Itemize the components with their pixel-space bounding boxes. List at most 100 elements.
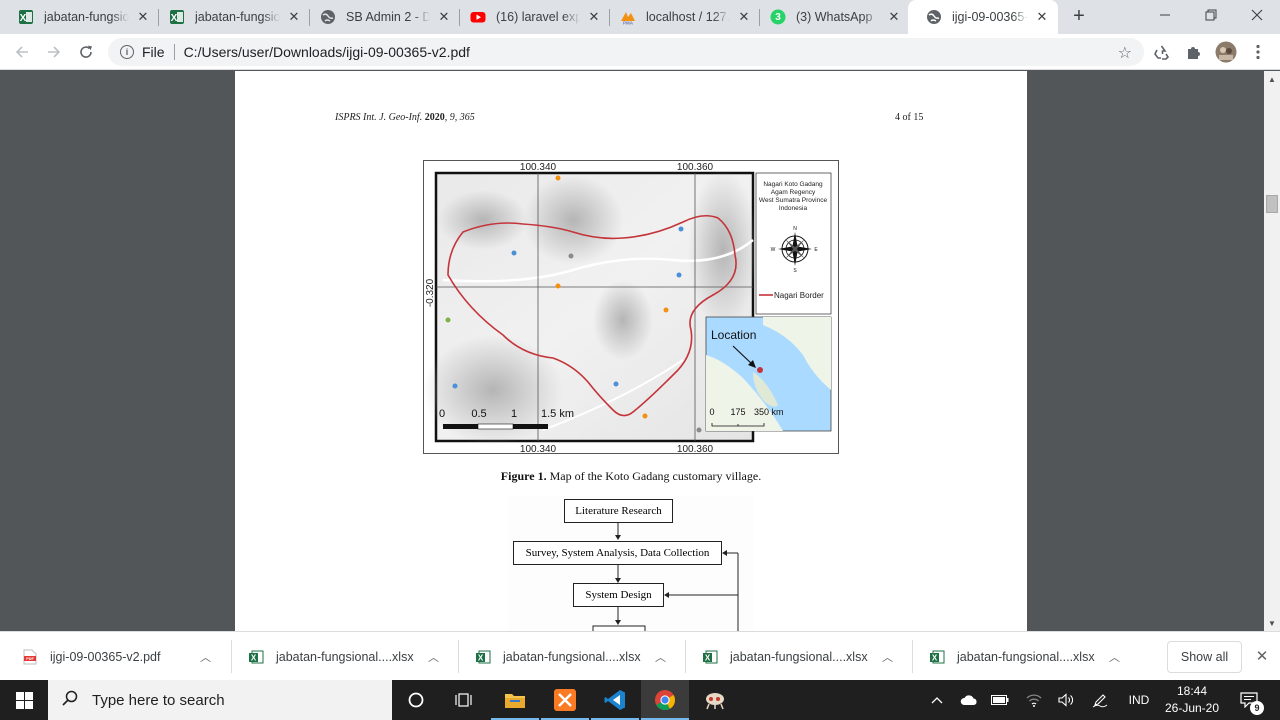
svg-text:X: X (932, 653, 938, 662)
chevron-up-icon[interactable]: ︿ (428, 649, 439, 665)
tab-sb-admin[interactable]: SB Admin 2 - Dashboard ✕ (302, 0, 460, 34)
reload-button[interactable] (74, 40, 98, 64)
input-language[interactable]: IND (1122, 680, 1156, 720)
excel-icon: X (929, 649, 945, 665)
figure-2-flowchart: Literature Research Survey, System Analy… (508, 496, 754, 631)
taskbar-vscode[interactable] (591, 680, 639, 720)
folder-icon (505, 694, 525, 708)
download-item[interactable]: X jabatan-fungsional....xlsx ︿ (913, 632, 1140, 681)
url-divider (173, 44, 175, 60)
flow-step-design: System Design (573, 583, 664, 607)
start-button[interactable] (0, 680, 48, 720)
svg-text:X: X (171, 13, 178, 24)
minimize-button[interactable] (1142, 0, 1188, 30)
scroll-up-arrow-icon[interactable]: ▲ (1264, 71, 1280, 87)
taskbar-app-bug[interactable] (691, 680, 739, 720)
download-item[interactable]: PDF ijgi-09-00365-v2.pdf ︿ (0, 632, 232, 681)
taskbar-chrome[interactable] (641, 680, 689, 720)
download-item[interactable]: X jabatan-fungsional....xlsx ︿ (459, 632, 686, 681)
volume-icon[interactable] (1056, 680, 1076, 720)
tab-strip: X jabatan-fungsional ✕ X jabatan-fungsio… (0, 0, 1280, 34)
pdf-file-icon: PDF (22, 649, 38, 665)
chevron-up-icon[interactable]: ︿ (1109, 649, 1120, 665)
task-view-button[interactable] (440, 680, 488, 720)
lon-label-top-left: 100.340 (520, 162, 557, 173)
close-icon[interactable]: ✕ (736, 9, 752, 25)
chevron-up-icon[interactable]: ︿ (200, 649, 211, 665)
whatsapp-icon: 3 (770, 9, 786, 25)
download-shelf: PDF ijgi-09-00365-v2.pdf ︿ X jabatan-fun… (0, 631, 1280, 680)
taskbar-file-explorer[interactable] (491, 680, 539, 720)
lat-label: -0.320 (425, 278, 436, 307)
scale-label: 1 (511, 408, 517, 420)
tab-phpmyadmin[interactable]: PMA localhost / 127.0.0.1 ✕ (602, 0, 760, 34)
cortana-button[interactable] (392, 680, 440, 720)
tab-title: (16) laravel export (496, 10, 580, 24)
address-bar[interactable]: i File C:/Users/user/Downloads/ijgi-09-0… (108, 38, 1144, 66)
inset-scale-label: 0 (709, 407, 714, 417)
download-item[interactable]: X jabatan-fungsional....xlsx ︿ (232, 632, 459, 681)
taskbar-clock[interactable]: 18:44 26-Jun-20 (1158, 683, 1226, 717)
close-icon[interactable]: ✕ (586, 9, 602, 25)
profile-avatar[interactable] (1215, 41, 1237, 63)
restore-button[interactable] (1188, 0, 1234, 30)
pen-ink-icon[interactable] (1090, 680, 1110, 720)
tab-title: (3) WhatsApp (796, 10, 873, 24)
phpmyadmin-icon: PMA (620, 9, 636, 25)
pdf-viewer[interactable]: ISPRS Int. J. Geo-Inf. 2020, 9, 365 4 of… (0, 71, 1264, 631)
tab-jabatan-2[interactable]: X jabatan-fungsional ✕ (151, 0, 310, 34)
pdf-scrollbar[interactable]: ▲ ▼ (1264, 71, 1280, 631)
forward-button[interactable] (42, 40, 66, 64)
globe-icon (926, 9, 942, 25)
battery-icon[interactable] (990, 680, 1010, 720)
youtube-icon (470, 9, 486, 25)
tab-youtube[interactable]: (16) laravel export ✕ (452, 0, 610, 34)
chevron-up-icon[interactable]: ︿ (655, 649, 666, 665)
download-item[interactable]: X jabatan-fungsional....xlsx ︿ (686, 632, 913, 681)
close-window-button[interactable] (1234, 0, 1280, 30)
poi-marker (676, 272, 682, 278)
close-icon[interactable]: ✕ (1034, 9, 1050, 25)
globe-icon (320, 9, 336, 25)
scroll-down-arrow-icon[interactable]: ▼ (1264, 615, 1280, 631)
tab-whatsapp[interactable]: 3 (3) WhatsApp ✕ (752, 0, 910, 34)
close-icon[interactable]: ✕ (436, 9, 452, 25)
download-filename: jabatan-fungsional....xlsx (730, 649, 868, 664)
info-icon[interactable]: i (120, 45, 134, 59)
show-all-button[interactable]: Show all (1167, 641, 1242, 673)
taskbar-xampp[interactable] (541, 680, 589, 720)
tab-title: localhost / 127.0.0.1 (646, 10, 730, 24)
close-icon[interactable]: ✕ (286, 9, 302, 25)
tray-overflow-chevron-icon[interactable] (929, 680, 945, 720)
poi-marker (613, 381, 619, 387)
download-filename: jabatan-fungsional....xlsx (276, 649, 414, 664)
close-icon[interactable]: ✕ (886, 9, 902, 25)
close-icon[interactable]: ✕ (135, 9, 151, 25)
minimize-icon (1160, 14, 1170, 16)
scrollbar-thumb[interactable] (1266, 195, 1278, 213)
back-button[interactable] (10, 40, 34, 64)
chrome-icon (655, 690, 676, 711)
inset-title: Location (711, 328, 756, 342)
taskbar-search-box[interactable]: Type here to search (48, 680, 392, 720)
recycle-extension-icon[interactable] (1152, 43, 1170, 61)
excel-icon: X (169, 9, 185, 25)
running-head: ISPRS Int. J. Geo-Inf. 2020, 9, 365 (335, 112, 475, 123)
journal-name: ISPRS Int. J. Geo-Inf. (335, 112, 423, 123)
close-icon[interactable]: ✕ (1253, 647, 1271, 665)
onedrive-cloud-icon[interactable] (959, 680, 979, 720)
cortana-circle-icon (408, 692, 424, 708)
bookmark-star-icon[interactable]: ☆ (1118, 43, 1132, 63)
new-tab-button[interactable]: + (1068, 5, 1090, 27)
page-number: 4 of 15 (895, 112, 924, 123)
wifi-icon[interactable] (1024, 680, 1044, 720)
download-filename: ijgi-09-00365-v2.pdf (50, 649, 161, 664)
journal-volume: , 9, 365 (444, 112, 475, 123)
notification-center-button[interactable]: 9 (1236, 680, 1264, 720)
chevron-up-icon[interactable]: ︿ (882, 649, 893, 665)
menu-kebab-icon[interactable] (1249, 43, 1267, 61)
browser-window: X jabatan-fungsional ✕ X jabatan-fungsio… (0, 0, 1280, 720)
tab-jabatan-1[interactable]: X jabatan-fungsional ✕ (0, 0, 159, 34)
tab-pdf-active[interactable]: ijgi-09-00365-v2.pdf ✕ (908, 0, 1058, 34)
puzzle-extension-icon[interactable] (1184, 43, 1202, 61)
